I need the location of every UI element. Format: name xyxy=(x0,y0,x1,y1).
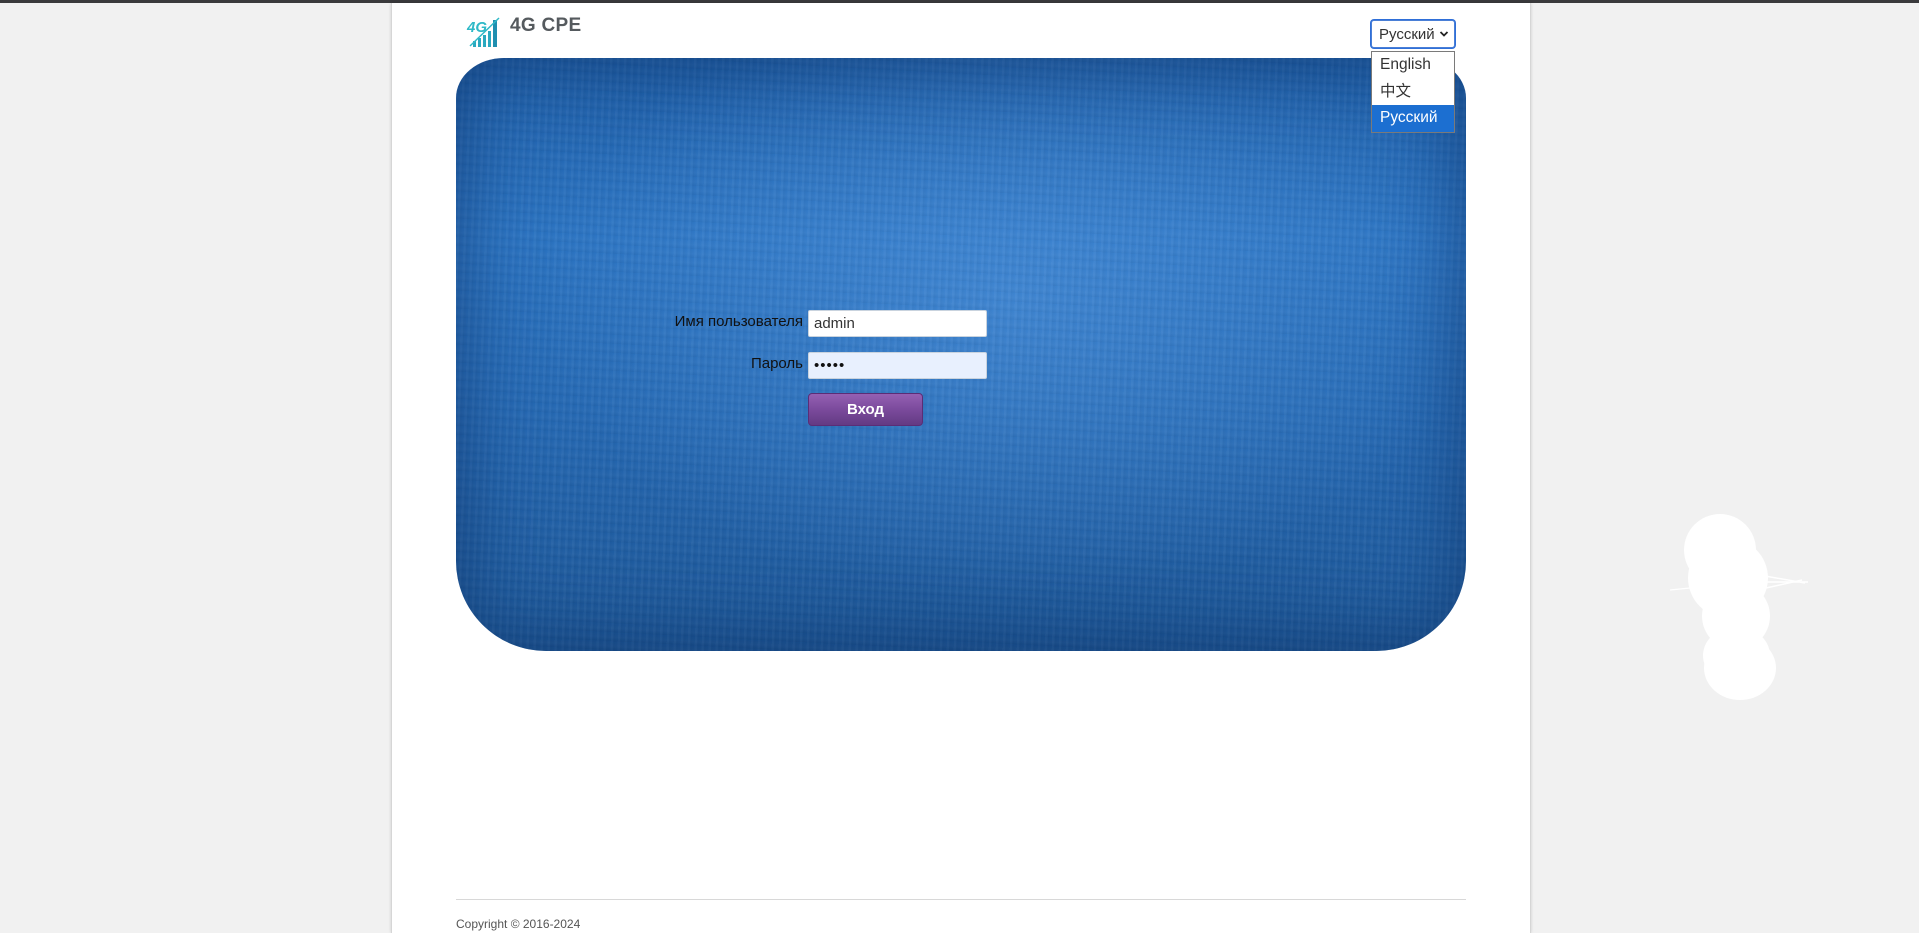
logo: 4G 4G CPE xyxy=(466,12,582,48)
login-form: Имя пользователя admin Пароль ••••• Вход xyxy=(456,58,1466,651)
language-option-chinese[interactable]: 中文 xyxy=(1372,79,1454,106)
footer-divider xyxy=(456,899,1466,900)
password-label: Пароль xyxy=(750,355,803,372)
chevron-down-icon xyxy=(1439,31,1449,37)
decorative-blob-shape xyxy=(1670,514,1808,700)
password-input[interactable]: ••••• xyxy=(808,352,987,379)
language-select[interactable]: Русский xyxy=(1371,20,1455,48)
username-label: Имя пользователя xyxy=(674,313,803,330)
login-hero-panel: Имя пользователя admin Пароль ••••• Вход xyxy=(456,58,1466,651)
language-option-english[interactable]: English xyxy=(1372,52,1454,79)
4g-signal-logo-icon: 4G xyxy=(466,12,502,48)
copyright-text: Copyright © 2016-2024 xyxy=(456,917,581,931)
page-container: 4G 4G CPE Русский English 中文 Русский Имя… xyxy=(391,3,1531,933)
svg-text:4G: 4G xyxy=(466,19,487,36)
language-option-russian[interactable]: Русский xyxy=(1372,105,1454,132)
language-select-value: Русский xyxy=(1379,25,1435,43)
language-dropdown-menu: English 中文 Русский xyxy=(1371,51,1455,133)
product-title: 4G CPE xyxy=(510,15,582,36)
login-button[interactable]: Вход xyxy=(808,393,923,426)
username-input[interactable]: admin xyxy=(808,310,987,337)
